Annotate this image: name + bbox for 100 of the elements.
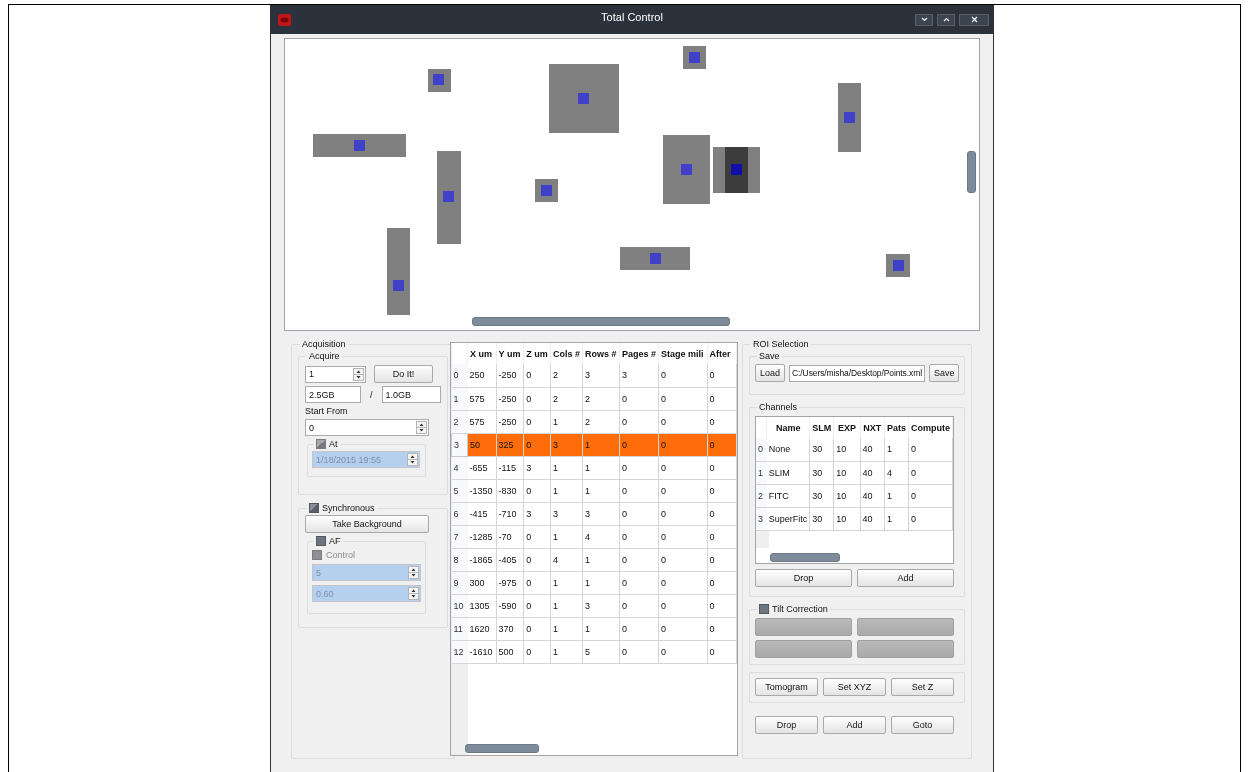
table-cell: 1 — [585, 554, 591, 565]
save-button[interactable]: Save — [928, 364, 960, 382]
scrollbar[interactable] — [465, 744, 539, 753]
checkbox[interactable] — [759, 604, 769, 614]
table-cell: 4 — [553, 554, 559, 565]
column-header[interactable]: Rows # — [585, 348, 617, 359]
table-row[interactable]: 10 1305 -590 0 1 3 0 0 0 — [451, 594, 737, 617]
separator-label: / — [370, 389, 373, 400]
column-header[interactable]: Cols # — [553, 348, 581, 359]
table-cell: 0 — [660, 393, 666, 404]
table-cell: 1 — [553, 646, 559, 657]
table-cell: 300 — [469, 577, 485, 588]
table-row[interactable]: 5 -1350 -830 0 1 1 0 0 0 — [451, 479, 737, 502]
table-cell: 0 — [660, 600, 666, 611]
column-header[interactable]: Z um — [526, 348, 548, 359]
column-header[interactable]: SLM — [812, 422, 832, 433]
window-title: Total Control — [601, 11, 663, 23]
minimize-button[interactable] — [915, 13, 933, 26]
row-number: 6 — [453, 508, 459, 519]
column-header[interactable]: Stage mili — [660, 348, 704, 359]
blank-button[interactable] — [755, 640, 852, 658]
column-header[interactable]: Name — [776, 422, 801, 433]
scrollbar[interactable] — [472, 317, 730, 326]
load-button[interactable]: Load — [755, 364, 786, 382]
scrollbar[interactable] — [770, 553, 840, 562]
table-row[interactable]: 12 -1610 500 0 1 5 0 0 0 — [451, 640, 737, 663]
chevron-down-icon — [920, 17, 928, 22]
checkbox-label[interactable]: Tilt Correction — [772, 604, 828, 614]
blank-button[interactable] — [857, 640, 954, 658]
table-row[interactable]: 8 -1865 -405 0 4 1 0 0 0 — [451, 548, 737, 571]
table-cell: 1 — [886, 513, 892, 524]
column-header[interactable]: Y um — [498, 348, 521, 359]
input-field[interactable]: 1.0GB — [381, 386, 441, 403]
spin-arrows-icon[interactable] — [353, 367, 364, 381]
maximize-button[interactable] — [937, 13, 955, 26]
checkbox[interactable] — [309, 503, 319, 513]
table-cell: 1620 — [469, 623, 490, 634]
table-cell: 0 — [709, 462, 715, 473]
drop-button[interactable]: Drop — [755, 569, 852, 587]
table-row[interactable]: 1 575 -250 0 2 2 0 0 0 — [451, 387, 737, 410]
column-header[interactable]: Pats — [886, 422, 906, 433]
table-row[interactable]: 7 -1285 -70 0 1 4 0 0 0 — [451, 525, 737, 548]
table-cell: -405 — [498, 554, 517, 565]
group-title: ROI Selection — [753, 339, 809, 349]
table-row[interactable]: 4 -655 -115 3 1 1 0 0 0 — [451, 456, 737, 479]
column-header[interactable]: X um — [470, 348, 493, 359]
table-cell: 3 — [585, 600, 591, 611]
set-xyz-button[interactable]: Set XYZ — [823, 678, 886, 696]
group-title: Save — [759, 351, 780, 361]
table-row[interactable]: 2 575 -250 0 1 2 0 0 0 — [451, 410, 737, 433]
row-number: 1 — [758, 467, 763, 478]
table-cell: 40 — [862, 467, 873, 478]
table-cell: 250 — [469, 370, 485, 381]
column-header[interactable]: NXT — [863, 422, 882, 433]
take-background-button[interactable]: Take Background — [305, 515, 429, 533]
column-header[interactable]: Compute — [911, 422, 950, 433]
row-number: 2 — [758, 490, 763, 501]
table-cell: -590 — [498, 600, 517, 611]
set-z-button[interactable]: Set Z — [891, 678, 954, 696]
blank-button[interactable] — [755, 618, 852, 636]
table-row[interactable]: 0 250 -250 0 2 3 3 0 0 — [451, 364, 737, 387]
spin-box[interactable]: 1 — [305, 365, 366, 383]
table-cell: 0 — [621, 600, 627, 611]
close-button[interactable] — [959, 13, 989, 26]
table-cell: 3 — [526, 508, 532, 519]
table-row[interactable]: 6 -415 -710 3 3 3 0 0 0 — [451, 502, 737, 525]
column-header[interactable]: After — [709, 348, 731, 359]
spin-arrows-icon[interactable] — [416, 421, 427, 434]
add-button[interactable]: Add — [823, 716, 886, 734]
goto-button[interactable]: Goto — [891, 716, 954, 734]
checkbox-label[interactable]: Synchronous — [322, 503, 375, 513]
path-field[interactable]: C:/Users/misha/Desktop/Points.xml — [789, 364, 925, 382]
table-cell: 0 — [621, 577, 627, 588]
scrollbar[interactable] — [967, 151, 976, 193]
table-cell: -250 — [498, 416, 517, 427]
checkbox[interactable] — [316, 536, 326, 546]
tomogram-button[interactable]: Tomogram — [755, 678, 818, 696]
row-number: 5 — [453, 485, 459, 496]
table-cell: 1 — [553, 462, 559, 473]
checkbox-label[interactable]: AF — [329, 536, 341, 546]
table-cell: 0 — [911, 467, 916, 478]
table-row[interactable]: 3 50 325 0 3 1 0 0 0 — [451, 433, 737, 456]
input-field[interactable]: 2.5GB — [305, 386, 361, 403]
table-cell: 1 — [585, 485, 591, 496]
table-row[interactable]: 9 300 -975 0 1 1 0 0 0 — [451, 571, 737, 594]
table-cell: 0 — [526, 370, 532, 381]
table-cell: 1 — [553, 577, 559, 588]
table-cell: 0 — [660, 462, 666, 473]
do-it-button[interactable]: Do It! — [374, 365, 433, 383]
table-row[interactable]: 11 1620 370 0 1 1 0 0 0 — [451, 617, 737, 640]
spin-box[interactable]: 0 — [305, 419, 429, 436]
group-title: Acquire — [309, 351, 340, 361]
column-header[interactable]: Pages # — [621, 348, 656, 359]
add-button[interactable]: Add — [857, 569, 954, 587]
table-cell: 3 — [585, 370, 591, 381]
table-cell: 0 — [709, 485, 715, 496]
blank-button[interactable] — [857, 618, 954, 636]
column-header[interactable]: EXP — [837, 422, 856, 433]
drop-button[interactable]: Drop — [755, 716, 818, 734]
table-cell: 4 — [585, 531, 591, 542]
